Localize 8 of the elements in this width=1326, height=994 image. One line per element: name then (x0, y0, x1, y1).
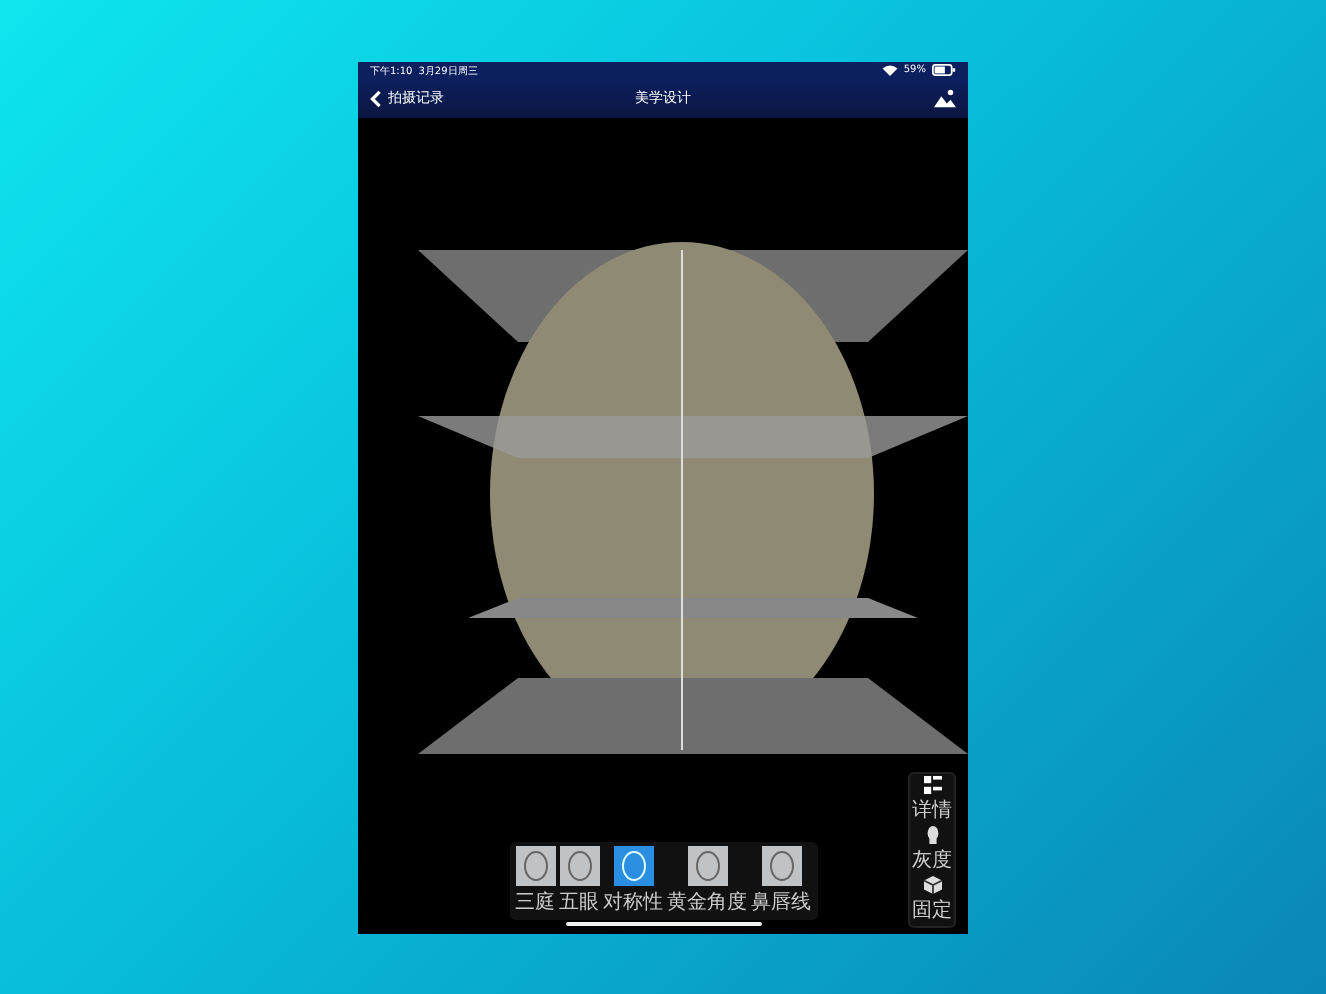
mode-thumbnail[interactable]: 五眼 (559, 845, 599, 915)
side-tool-button[interactable]: 固定 (912, 875, 952, 923)
mode-thumbnail[interactable]: 对称性 (603, 845, 663, 915)
mode-thumbnail[interactable]: 鼻唇线 (751, 845, 811, 915)
mode-thumbnail[interactable]: 黄金角度 (667, 845, 747, 915)
side-tool-button[interactable]: 详情 (912, 775, 952, 823)
mode-thumbnail[interactable]: 三庭 (515, 845, 555, 915)
side-tool-button[interactable]: 灰度 (912, 825, 952, 873)
